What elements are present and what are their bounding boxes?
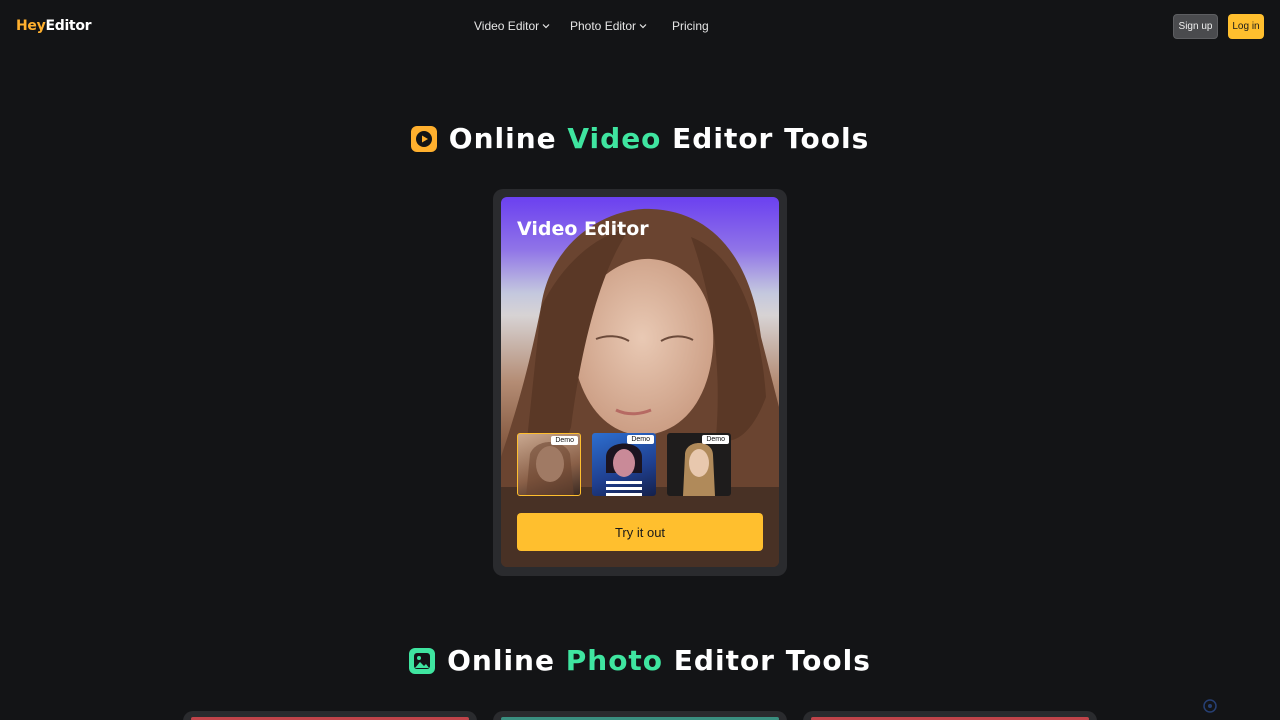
nav-video-editor-label: Video Editor — [474, 19, 540, 33]
nav-pricing[interactable]: Pricing — [672, 19, 709, 33]
preview-portrait — [501, 208, 779, 567]
play-icon — [410, 125, 437, 152]
demo-thumbnail-2[interactable]: Demo — [592, 433, 656, 496]
video-title-post: Editor Tools — [661, 122, 870, 155]
video-card-title: Video Editor — [517, 218, 649, 240]
demo-thumbnail-1[interactable]: Demo — [517, 433, 581, 496]
nav-pricing-label: Pricing — [672, 19, 709, 33]
demo-badge: Demo — [702, 435, 729, 444]
image-icon — [409, 647, 436, 674]
chevron-down-icon — [542, 24, 550, 29]
main-nav: Video Editor Photo Editor Pricing — [0, 19, 1280, 35]
photo-tool-card[interactable] — [183, 711, 477, 720]
chevron-down-icon — [639, 24, 647, 29]
photo-title-post: Editor Tools — [663, 644, 871, 677]
nav-photo-editor[interactable]: Photo Editor — [570, 19, 648, 33]
video-title-accent: Video — [567, 122, 662, 155]
help-icon[interactable] — [1203, 699, 1217, 713]
video-section-title: Online Video Editor Tools — [0, 122, 1280, 155]
photo-section-title: Online Photo Editor Tools — [0, 644, 1280, 677]
demo-badge: Demo — [551, 436, 578, 445]
video-preview: Video Editor Demo Demo Demo Try it out — [501, 197, 779, 567]
photo-tool-card[interactable] — [493, 711, 787, 720]
try-it-out-button[interactable]: Try it out — [517, 513, 763, 551]
demo-thumbnail-3[interactable]: Demo — [667, 433, 731, 496]
video-title-pre: Online — [448, 122, 568, 155]
login-button[interactable]: Log in — [1228, 14, 1264, 39]
nav-video-editor[interactable]: Video Editor — [474, 19, 551, 33]
photo-title-pre: Online — [447, 644, 566, 677]
photo-tool-card[interactable] — [803, 711, 1097, 720]
nav-photo-editor-label: Photo Editor — [570, 19, 637, 33]
photo-title-accent: Photo — [565, 644, 664, 677]
signup-button[interactable]: Sign up — [1173, 14, 1218, 39]
video-editor-card[interactable]: Video Editor Demo Demo Demo Try it out — [493, 189, 787, 576]
site-header: HeyEditor Video Editor Photo Editor Pric… — [0, 0, 1280, 54]
demo-badge: Demo — [627, 435, 654, 444]
